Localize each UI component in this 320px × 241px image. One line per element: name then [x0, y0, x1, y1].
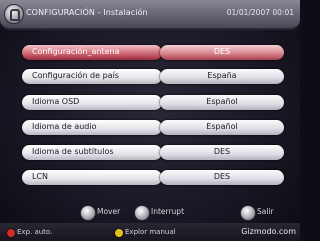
menu-item-value: DES [213, 172, 231, 181]
menu-item-label: Configuración de país [32, 71, 119, 80]
date-time: 01/01/2007 00:01 [226, 8, 294, 17]
menu-item-idioma-audio[interactable]: Idioma de audio Español [22, 120, 284, 135]
menu-item-label: Idioma OSD [32, 97, 80, 106]
lock-icon [4, 4, 24, 24]
hint-interrupt: Interrupt [151, 207, 185, 216]
watermark: Gizmodo.com [241, 227, 296, 236]
red-key-icon [6, 228, 16, 238]
menu-item-value: DES [213, 47, 231, 56]
menu-item-configuracion-pais[interactable]: Configuración de país España [22, 69, 284, 84]
menu-item-value: DES [213, 147, 231, 156]
menu-item-value: España [207, 71, 237, 80]
yellow-key-icon [114, 228, 124, 238]
page-title: CONFIGURACIÓN - Instalación [26, 8, 148, 17]
hint-exit: Salir [257, 207, 274, 216]
navigate-icon [80, 205, 96, 221]
menu-item-label: Configuración_antena [32, 47, 120, 56]
menu-item-label: Idioma de subtítulos [32, 147, 114, 156]
hint-move: Mover [97, 207, 121, 216]
header-bar: CONFIGURACIÓN - Instalación 01/01/2007 0… [0, 0, 300, 30]
menu-item-value: Español [206, 97, 238, 106]
exit-button-icon [240, 205, 256, 221]
tv-osd-screen: CONFIGURACIÓN - Instalación 01/01/2007 0… [0, 0, 300, 241]
color-key-bar: Exp. auto. Explor manual Gizmodo.com [0, 223, 300, 241]
red-key-label[interactable]: Exp. auto. [17, 228, 52, 236]
menu-item-value: Español [206, 122, 238, 131]
yellow-key-label[interactable]: Explor manual [125, 228, 176, 236]
ok-button-icon [134, 205, 150, 221]
hint-bar: Mover Interrupt Salir [0, 204, 300, 222]
menu-item-lcn[interactable]: LCN DES [22, 170, 284, 185]
menu-item-configuracion-antena[interactable]: Configuración_antena DES [22, 45, 284, 60]
menu-item-label: Idioma de audio [32, 122, 97, 131]
menu-item-label: LCN [32, 172, 49, 181]
menu-item-idioma-osd[interactable]: Idioma OSD Español [22, 95, 284, 110]
menu-item-idioma-subtitulos[interactable]: Idioma de subtítulos DES [22, 145, 284, 160]
